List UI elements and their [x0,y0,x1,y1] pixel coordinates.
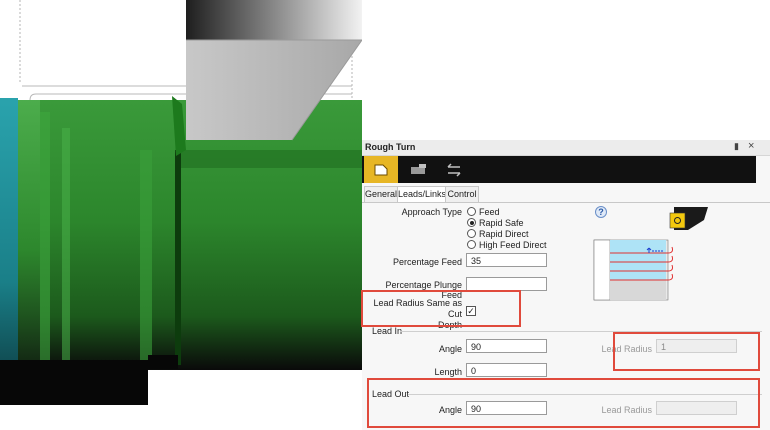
approach-rapid-direct-label: Rapid Direct [479,229,529,239]
approach-rapid-safe-label: Rapid Safe [479,218,524,228]
approach-high-feed-direct-radio[interactable] [467,240,476,249]
panel-title: Rough Turn [365,142,416,152]
tool-icon [374,164,388,176]
panel-toolbar [362,156,756,183]
lead-in-length-input[interactable]: 0 [466,363,547,377]
percentage-plunge-feed-input[interactable] [466,277,547,291]
3d-viewport[interactable] [0,0,362,430]
percentage-feed-label: Percentage Feed [392,257,462,267]
tab-leads-links[interactable]: Leads/Links [397,186,446,203]
stock-tab-button[interactable] [402,156,436,183]
highlight-box-lead-in-radius [613,332,760,371]
toolpath-simulation [0,0,362,430]
tool-tab-button[interactable] [364,156,398,183]
lead-in-length-label: Length [434,367,462,377]
highlight-box-lead-radius-same [361,290,521,327]
pin-icon[interactable]: ▮ [734,141,739,152]
links-icon [447,163,461,177]
panel-titlebar: Rough Turn ▮ × [362,140,770,156]
stock-icon [411,164,426,174]
lead-illustration [593,207,708,301]
highlight-box-lead-out [367,378,760,428]
tab-general[interactable]: General [364,186,398,202]
percentage-feed-input[interactable]: 35 [466,253,547,267]
panel-tabs: General Leads/Links Control [362,186,770,203]
close-icon[interactable]: × [748,140,754,152]
lead-in-header: Lead In [372,326,403,336]
insert-icon [669,207,708,230]
tabs-divider [362,202,770,203]
approach-rapid-direct-radio[interactable] [467,229,476,238]
tab-control[interactable]: Control [445,186,479,202]
lead-in-angle-input[interactable]: 90 [466,339,547,353]
approach-rapid-safe-radio[interactable] [467,218,476,227]
approach-type-label: Approach Type [401,207,462,217]
approach-high-feed-direct-label: High Feed Direct [479,240,547,250]
links-tab-button[interactable] [438,156,472,183]
viewport-background [362,0,770,140]
lead-in-angle-label: Angle [438,344,462,354]
approach-feed-label: Feed [479,207,500,217]
approach-feed-radio[interactable] [467,207,476,216]
